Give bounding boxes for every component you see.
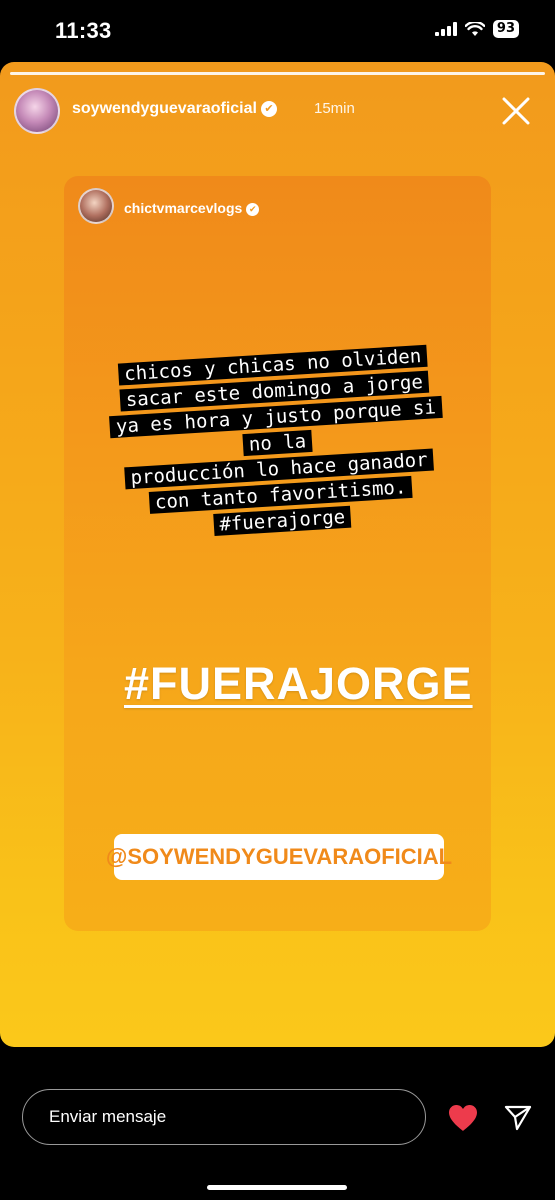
status-time: 11:33 xyxy=(55,18,112,43)
hashtag-sticker[interactable]: #FUERAJORGE xyxy=(124,658,472,710)
reshared-username[interactable]: chictvmarcevlogs ✔ xyxy=(124,200,260,216)
mention-sticker[interactable]: @SOYWENDYGUEVARAOFICIAL xyxy=(106,834,452,880)
reply-bar: Enviar mensaje xyxy=(0,1047,555,1200)
battery-indicator: 93 xyxy=(492,20,519,38)
verified-badge-icon: ✔ xyxy=(246,202,260,216)
caption-line: #fuerajorge xyxy=(212,505,352,537)
close-icon[interactable] xyxy=(499,94,533,128)
avatar[interactable] xyxy=(14,88,60,134)
story-header: soywendyguevaraoficial ✔ 15min xyxy=(14,84,541,144)
wifi-icon xyxy=(464,21,485,36)
status-icons: 93 xyxy=(434,20,519,38)
story-username[interactable]: soywendyguevaraoficial ✔ xyxy=(72,100,277,118)
send-icon[interactable] xyxy=(503,1103,533,1133)
reshared-post-card[interactable]: chictvmarcevlogs ✔ chicos y chicas no olv… xyxy=(64,176,491,931)
caption-line: no la xyxy=(242,429,313,457)
reshared-avatar[interactable] xyxy=(78,188,114,224)
home-indicator xyxy=(207,1185,347,1190)
story-view[interactable]: soywendyguevaraoficial ✔ 15min chictvmarc… xyxy=(0,62,555,1047)
verified-badge-icon: ✔ xyxy=(260,100,277,117)
post-caption: chicos y chicas no olviden sacar este do… xyxy=(64,339,491,547)
signal-bars-icon xyxy=(434,22,457,36)
message-input[interactable]: Enviar mensaje xyxy=(22,1089,426,1145)
heart-icon[interactable] xyxy=(447,1103,479,1133)
story-progress-bar xyxy=(10,72,545,75)
status-bar: 11:33 93 xyxy=(0,0,555,62)
story-timestamp: 15min xyxy=(314,100,355,117)
